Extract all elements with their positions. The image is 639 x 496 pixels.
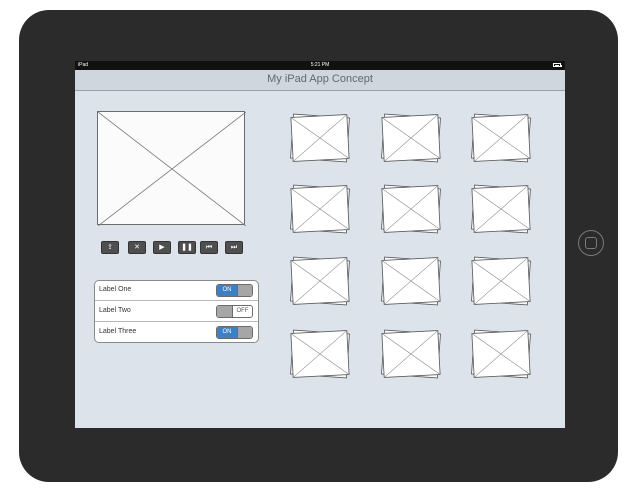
page-title: My iPad App Concept: [267, 73, 373, 85]
app-screen: iPad 5:21 PM My iPad App Concept ⇪ ✕ ▶ ❚❚ ⏮ ⏭…: [75, 61, 565, 428]
image-placeholder-icon: [471, 256, 531, 306]
image-placeholder-icon: [381, 113, 441, 163]
image-placeholder-icon: [471, 329, 531, 379]
image-placeholder-icon: [471, 113, 531, 163]
gallery-thumbnail[interactable]: [287, 254, 353, 310]
share-icon: ⇪: [107, 244, 113, 251]
rewind-button[interactable]: ⏮: [200, 241, 218, 254]
setting-row: Label Three ON: [95, 323, 258, 343]
image-placeholder-icon: [381, 329, 441, 379]
status-bar: iPad 5:21 PM: [75, 61, 565, 70]
toggle-knob: [237, 327, 252, 338]
setting-row: Label Two OFF: [95, 302, 258, 322]
gallery-thumbnail[interactable]: [468, 254, 534, 310]
share-button[interactable]: ⇪: [101, 241, 119, 254]
setting-label: Label Three: [99, 328, 137, 335]
gallery-thumbnail[interactable]: [468, 182, 534, 238]
pause-button[interactable]: ❚❚: [178, 241, 196, 254]
video-placeholder[interactable]: [97, 111, 246, 226]
toggle-state-label: ON: [217, 285, 237, 296]
navigation-bar: My iPad App Concept: [75, 70, 565, 91]
rewind-icon: ⏮: [205, 244, 213, 251]
setting-label: Label Two: [99, 307, 131, 314]
close-icon: ✕: [134, 244, 140, 251]
battery-icon: [553, 63, 562, 67]
gallery-thumbnail[interactable]: [468, 111, 534, 167]
toggle-switch[interactable]: ON: [216, 326, 253, 339]
setting-label: Label One: [99, 286, 132, 293]
gallery-thumbnail[interactable]: [287, 182, 353, 238]
image-placeholder-icon: [471, 184, 531, 234]
home-button-icon: [585, 237, 597, 249]
image-placeholder-icon: [381, 184, 441, 234]
image-placeholder-icon: [290, 113, 350, 163]
image-placeholder-icon: [290, 256, 350, 306]
toggle-knob: [217, 306, 233, 317]
toggle-knob: [237, 285, 252, 296]
pause-icon: ❚❚: [181, 244, 193, 251]
gallery-thumbnail[interactable]: [378, 111, 444, 167]
gallery-thumbnail[interactable]: [287, 111, 353, 167]
status-time: 5:21 PM: [310, 62, 330, 68]
gallery-thumbnail[interactable]: [287, 327, 353, 383]
gallery-thumbnail[interactable]: [378, 254, 444, 310]
image-placeholder-icon: [98, 112, 246, 226]
image-placeholder-icon: [381, 256, 441, 306]
toggle-switch[interactable]: ON: [216, 284, 253, 297]
setting-row: Label One ON: [95, 281, 258, 301]
toggle-state-label: OFF: [236, 308, 249, 314]
fast-forward-button[interactable]: ⏭: [225, 241, 243, 254]
settings-table: Label One ON Label Two OFF Label Three ON: [94, 280, 259, 343]
toggle-state-label: ON: [217, 327, 237, 338]
close-button[interactable]: ✕: [128, 241, 146, 254]
play-button[interactable]: ▶: [153, 241, 171, 254]
gallery-thumbnail[interactable]: [378, 327, 444, 383]
toggle-switch[interactable]: OFF: [216, 305, 253, 318]
gallery-thumbnail[interactable]: [378, 182, 444, 238]
gallery-thumbnail[interactable]: [468, 327, 534, 383]
fast-forward-icon: ⏭: [230, 244, 238, 251]
image-placeholder-icon: [290, 329, 350, 379]
play-icon: ▶: [159, 244, 165, 251]
image-placeholder-icon: [290, 184, 350, 234]
